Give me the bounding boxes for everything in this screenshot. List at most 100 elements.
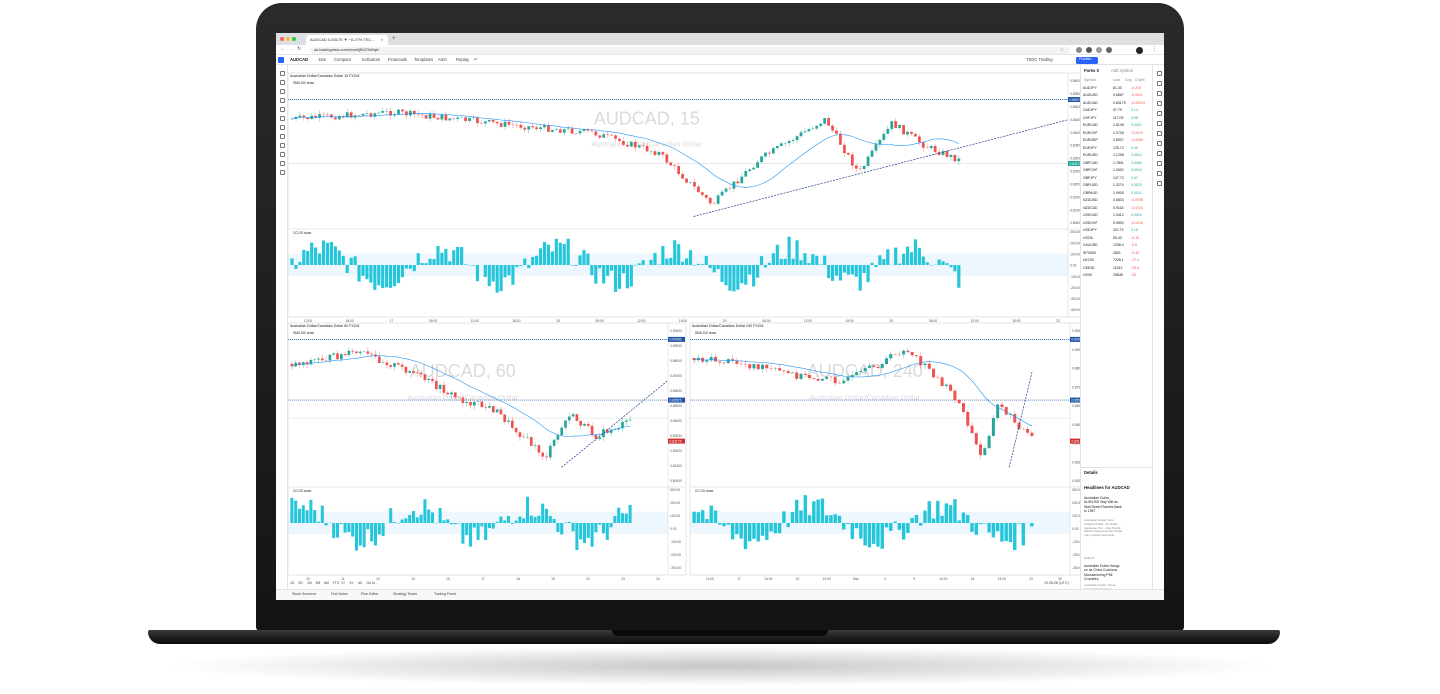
forward-icon[interactable]: → (288, 47, 293, 52)
watchlist-row[interactable]: NZDCAD 0.9118 -0.0013 (1083, 205, 1151, 213)
watchlist-row[interactable]: GBPCAD 1.7801 0.0066 (1083, 160, 1151, 168)
symbol-search-button[interactable]: AUDCAD (290, 57, 308, 62)
help-icon[interactable] (1156, 181, 1162, 186)
tab-close-icon[interactable]: × (381, 38, 383, 42)
range-button[interactable]: Go to... (367, 581, 378, 585)
watchlist-row[interactable]: XAUUSD 1298.4 -0.6 (1083, 243, 1151, 251)
bookmark-star-icon[interactable]: ☆ (1060, 47, 1064, 53)
data-window-icon[interactable] (1156, 91, 1162, 96)
menu-dots-icon[interactable]: ⋮ (1152, 47, 1157, 52)
add-symbol-button[interactable]: Add symbol (1111, 68, 1133, 73)
tradingview-logo-icon[interactable] (278, 57, 284, 63)
replay-button[interactable]: Replay (456, 57, 469, 62)
watchlist-row[interactable]: GBPJPY 147.73 0.67 (1083, 175, 1151, 183)
watchlist-row[interactable]: GER30 11612 -29.5 (1083, 265, 1151, 273)
alert-button[interactable]: Alert (438, 57, 447, 62)
watchlist-row[interactable]: GBPUSD 1.3274 0.0023 (1083, 183, 1151, 191)
ruler-icon[interactable] (279, 125, 285, 130)
bottom-tab[interactable]: Text Notes (331, 592, 348, 597)
clock-readout[interactable]: 19:26:28 (UTC) (1044, 581, 1069, 586)
watchlist-row[interactable]: UK100 7226.1 -17.1 (1083, 258, 1151, 266)
notifications-icon[interactable] (1156, 151, 1162, 156)
magnet-icon[interactable] (279, 143, 285, 148)
extension-icon[interactable] (1076, 47, 1082, 53)
col-chg-pct[interactable]: Chg% (1135, 78, 1145, 83)
watchlist-row[interactable]: GBPAUD 1.9905 0.0119 (1083, 190, 1151, 198)
alerts-icon[interactable] (1156, 81, 1162, 86)
watchlist-icon[interactable] (1156, 71, 1162, 76)
brush-icon[interactable] (279, 116, 285, 121)
extension-icon-2[interactable] (1086, 47, 1092, 53)
watchlist-header[interactable]: Forex 0 (1084, 68, 1099, 73)
order-panel-icon[interactable] (1156, 161, 1162, 166)
watchlist-row[interactable]: USDCAD 1.3412 0.0016 (1083, 213, 1151, 221)
financials-button[interactable]: Financials (388, 57, 407, 62)
watchlist-row[interactable]: CHFJPY 117.09 0.08 (1083, 115, 1151, 123)
watchlist-row[interactable]: AUDUSD 0.6667 -0.0011 (1083, 93, 1151, 101)
range-button[interactable]: 5D (299, 581, 303, 585)
watchlist-row[interactable]: EURCAD 1.5148 0.0021 (1083, 123, 1151, 131)
undo-icon[interactable]: ↶ (474, 57, 478, 62)
watchlist-row[interactable]: USOIL 55.43 -0.16 (1083, 235, 1151, 243)
streams-icon[interactable] (1156, 131, 1162, 136)
browser-tab[interactable]: AUDCAD 0.83175 ▼ −0.27% TSC... × (306, 35, 388, 45)
watchlist-row[interactable]: USDCHF 0.9500 -0.0016 (1083, 220, 1151, 228)
col-chg[interactable]: Chg (1125, 78, 1132, 83)
eye-icon[interactable] (279, 161, 285, 166)
indicators-button[interactable]: Indicators (362, 57, 380, 62)
range-button[interactable]: 3M (316, 581, 321, 585)
watchlist-row[interactable]: GBPCHF 1.2602 0.0004 (1083, 168, 1151, 176)
depth-icon[interactable] (1156, 171, 1162, 176)
extension-icon-4[interactable] (1106, 47, 1112, 53)
range-button[interactable]: All (358, 581, 362, 585)
news-headline-1[interactable]: Australian Dollar, AUD/USD May Wilt as W… (1084, 496, 1124, 513)
trash-icon[interactable] (279, 170, 285, 175)
watchlist-row[interactable]: CADJPY 97.79 0.14 (1083, 108, 1151, 116)
maximize-window-icon[interactable] (292, 37, 296, 41)
publish-button[interactable]: Publish (1076, 56, 1098, 64)
watchlist-row[interactable]: EURCHF 1.0726 -0.0013 (1083, 130, 1151, 138)
extension-icon-3[interactable] (1096, 47, 1102, 53)
fib-icon[interactable] (279, 89, 285, 94)
zoom-icon[interactable] (279, 134, 285, 139)
close-window-icon[interactable] (280, 37, 284, 41)
watchlist-row[interactable]: SPX500 2801 -0.45 (1083, 250, 1151, 258)
bottom-tab[interactable]: Pine Editor (361, 592, 379, 597)
range-button[interactable]: 1D (290, 581, 294, 585)
col-last[interactable]: Last (1113, 78, 1120, 83)
watchlist-row[interactable]: EURUSD 1.1295 0.0012 (1083, 153, 1151, 161)
range-button[interactable]: YTD (333, 581, 340, 585)
templates-button[interactable]: Templates (414, 57, 433, 62)
watchlist-row[interactable]: EURJPY 125.72 0.40 (1083, 145, 1151, 153)
range-button[interactable]: 1M (307, 581, 312, 585)
lock-icon[interactable] (279, 152, 285, 157)
range-button[interactable]: 5Y (350, 581, 354, 585)
reload-icon[interactable]: ↻ (297, 47, 301, 52)
news-headline-2[interactable]: Australian Dollar Hangs on as China Cush… (1084, 564, 1124, 581)
ideas-icon[interactable] (1156, 121, 1162, 126)
bottom-tab[interactable]: Trading Panel (434, 592, 456, 597)
trendline-icon[interactable] (279, 80, 285, 85)
url-field[interactable]: uk.tradingview.com/chart/jBVZhWqh/ ☆ (310, 46, 1070, 54)
bottom-tab[interactable]: Strategy Tester (393, 592, 417, 597)
watchlist-row[interactable]: AUDJPY 81.33 -0.215 (1083, 85, 1151, 93)
col-symbol[interactable]: Symbol (1084, 78, 1096, 83)
watchlist-row[interactable]: USDJPY 110.73 0.16 (1083, 228, 1151, 236)
range-button[interactable]: 6M (324, 581, 329, 585)
watchlist-row[interactable]: NZDUSD 0.6833 -0.0008 (1083, 198, 1151, 206)
details-title[interactable]: Details (1084, 470, 1098, 475)
new-tab-button[interactable]: + (392, 36, 396, 42)
bottom-tab[interactable]: Stock Screener (292, 592, 317, 597)
calendar-icon[interactable] (1156, 111, 1162, 116)
text-icon[interactable] (279, 107, 285, 112)
chats-icon[interactable] (1156, 141, 1162, 146)
watchlist-row[interactable]: EURGBP 0.8507 -0.0009 (1083, 138, 1151, 146)
back-icon[interactable]: ← (280, 47, 285, 52)
watchlist-row[interactable]: US30 25848 -93 (1083, 273, 1151, 281)
minimize-window-icon[interactable] (286, 37, 290, 41)
compare-button[interactable]: Compare (334, 57, 351, 62)
cursor-icon[interactable] (279, 71, 285, 76)
range-button[interactable]: 1Y (341, 581, 345, 585)
profile-avatar[interactable] (1136, 46, 1143, 54)
hotlists-icon[interactable] (1156, 101, 1162, 106)
